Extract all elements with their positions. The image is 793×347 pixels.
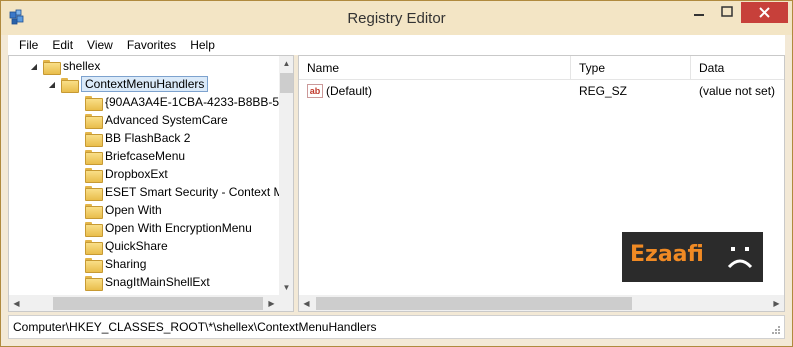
folder-icon <box>85 185 103 201</box>
folder-icon <box>85 257 103 273</box>
collapse-arrow-icon[interactable]: ◢ <box>29 62 39 71</box>
watermark-text: Ezaafi <box>630 242 704 267</box>
menu-view[interactable]: View <box>80 38 120 52</box>
menu-file[interactable]: File <box>12 38 45 52</box>
tree-item-label: Open With <box>105 203 162 217</box>
close-icon <box>759 7 770 18</box>
column-header-name[interactable]: Name <box>299 56 571 80</box>
scroll-up-icon[interactable]: ▲ <box>279 56 293 71</box>
folder-icon <box>85 221 103 237</box>
folder-icon <box>85 275 103 291</box>
minimize-icon <box>694 14 704 16</box>
column-header-type[interactable]: Type <box>571 56 691 80</box>
selected-tree-item-label: ContextMenuHandlers <box>81 76 209 92</box>
menu-favorites[interactable]: Favorites <box>120 38 183 52</box>
list-header: Name Type Data <box>299 56 784 80</box>
scroll-right-icon[interactable]: ▶ <box>264 295 279 311</box>
tree-item-label: ESET Smart Security - Context Me <box>105 185 291 199</box>
folder-icon <box>85 167 103 183</box>
ezaafi-watermark: Ezaafi <box>622 232 763 282</box>
tree-item-label: Advanced SystemCare <box>105 113 228 127</box>
tree-item-label: BB FlashBack 2 <box>105 131 191 145</box>
list-horizontal-scrollbar[interactable]: ◀ ▶ <box>299 295 784 311</box>
folder-icon <box>85 239 103 255</box>
value-data: (value not set) <box>699 84 776 98</box>
scroll-thumb[interactable] <box>53 297 263 310</box>
scroll-thumb[interactable] <box>280 73 293 93</box>
tree-item-label: BriefcaseMenu <box>105 149 186 163</box>
scroll-left-icon[interactable]: ◀ <box>299 295 314 311</box>
value-name: (Default) <box>326 84 373 98</box>
minimize-button[interactable] <box>685 2 713 23</box>
tree-item[interactable]: BB FlashBack 2 <box>85 129 190 147</box>
folder-icon <box>61 77 79 93</box>
tree-item[interactable]: Advanced SystemCare <box>85 111 228 129</box>
maximize-button[interactable] <box>713 2 741 23</box>
status-bar: Computer\HKEY_CLASSES_ROOT\*\shellex\Con… <box>8 315 785 339</box>
folder-icon <box>85 95 103 111</box>
resize-grip-icon[interactable] <box>771 325 781 335</box>
tree-item-contextmenuhandlers[interactable]: ◢ ContextMenuHandlers <box>47 75 209 93</box>
menu-edit[interactable]: Edit <box>45 38 80 52</box>
sad-face-icon <box>727 247 753 269</box>
scroll-corner <box>279 295 293 311</box>
collapse-arrow-icon[interactable]: ◢ <box>47 80 57 89</box>
list-item[interactable]: ab (Default) REG_SZ (value not set) <box>299 81 784 101</box>
tree-item[interactable]: {90AA3A4E-1CBA-4233-B8BB-535 <box>85 93 292 111</box>
string-value-icon: ab <box>307 84 323 98</box>
folder-icon <box>85 113 103 129</box>
close-button[interactable] <box>741 2 788 23</box>
tree-item-label: Sharing <box>105 257 147 271</box>
tree-item-shellex[interactable]: ◢ shellex <box>29 57 100 75</box>
tree-item-label: SnagItMainShellExt <box>105 275 210 289</box>
tree-item-label: {90AA3A4E-1CBA-4233-B8BB-535 <box>105 95 293 109</box>
tree-item-label: Open With EncryptionMenu <box>105 221 252 235</box>
menu-bar: File Edit View Favorites Help <box>8 35 785 55</box>
column-header-data[interactable]: Data <box>691 56 784 80</box>
scroll-down-icon[interactable]: ▼ <box>279 280 293 295</box>
tree-item[interactable]: Open With EncryptionMenu <box>85 219 252 237</box>
tree-item-label: DropboxExt <box>105 167 168 181</box>
window-title: Registry Editor <box>347 10 446 27</box>
tree-item[interactable]: QuickShare <box>85 237 168 255</box>
menu-help[interactable]: Help <box>183 38 222 52</box>
registry-path: Computer\HKEY_CLASSES_ROOT\*\shellex\Con… <box>13 320 377 334</box>
tree-item-label: QuickShare <box>105 239 168 253</box>
title-bar[interactable]: Registry Editor <box>1 1 792 35</box>
tree-item[interactable]: Sharing <box>85 255 146 273</box>
key-tree-pane[interactable]: ◢ shellex ◢ ContextMenuHandlers {90AA3A4… <box>8 55 294 312</box>
scroll-right-icon[interactable]: ▶ <box>769 295 784 311</box>
folder-icon <box>85 131 103 147</box>
folder-icon <box>43 59 61 75</box>
tree-item[interactable]: BriefcaseMenu <box>85 147 185 165</box>
tree-item[interactable]: SnagItMainShellExt <box>85 273 210 291</box>
registry-editor-window: Registry Editor File Edit View Favorites… <box>0 0 793 347</box>
folder-icon <box>85 203 103 219</box>
tree-item-label: shellex <box>63 59 101 73</box>
value-type: REG_SZ <box>579 84 628 98</box>
maximize-icon <box>721 6 733 17</box>
tree-horizontal-scrollbar[interactable]: ◀ ▶ <box>9 295 279 311</box>
tree-item[interactable]: DropboxExt <box>85 165 168 183</box>
scroll-left-icon[interactable]: ◀ <box>9 295 24 311</box>
tree-item[interactable]: Open With <box>85 201 162 219</box>
tree-vertical-scrollbar[interactable]: ▲ ▼ <box>279 56 293 295</box>
scroll-thumb[interactable] <box>316 297 632 310</box>
tree-item[interactable]: ESET Smart Security - Context Me <box>85 183 290 201</box>
folder-icon <box>85 149 103 165</box>
